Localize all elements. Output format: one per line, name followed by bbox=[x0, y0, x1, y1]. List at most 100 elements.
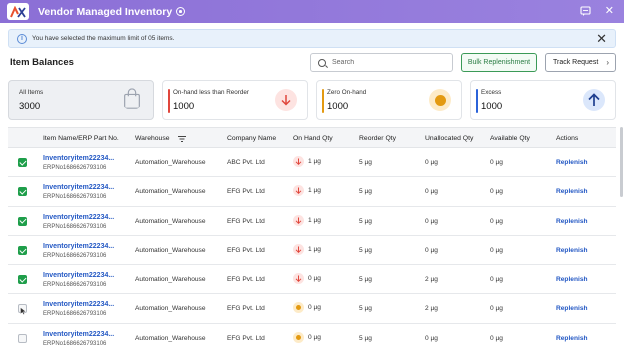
reorder-cell: 5 µg bbox=[359, 305, 372, 313]
replenish-link[interactable]: Replenish bbox=[556, 159, 588, 166]
col-onhand[interactable]: On Hand Qty bbox=[293, 135, 333, 142]
card-label: Zero On-hand bbox=[327, 89, 367, 96]
col-warehouse[interactable]: Warehouse bbox=[135, 135, 170, 142]
reorder-cell: 5 µg bbox=[359, 159, 372, 166]
filter-icon[interactable] bbox=[178, 136, 186, 142]
col-unallocated[interactable]: Unallocated Qty bbox=[425, 135, 473, 142]
card-all-items[interactable]: All Items 3000 bbox=[8, 80, 154, 120]
table-row[interactable]: Inventoryitem22234... ERPNo1686626793106 A… bbox=[8, 177, 616, 207]
replenish-link[interactable]: Replenish bbox=[556, 247, 588, 254]
table-row[interactable]: Inventoryitem22234... ERPNo1686626793106 A… bbox=[8, 148, 616, 178]
arrow-down-icon bbox=[275, 89, 297, 111]
row-checkbox[interactable] bbox=[18, 158, 27, 167]
card-zero-onhand[interactable]: Zero On-hand 1000 bbox=[316, 80, 462, 120]
card-accent-bar bbox=[168, 89, 170, 113]
company-cell: EFG Pvt. Ltd bbox=[227, 217, 265, 225]
row-checkbox[interactable] bbox=[18, 216, 27, 226]
warehouse-cell: Automation_Warehouse bbox=[135, 159, 206, 166]
onhand-value: 0 µg bbox=[308, 304, 321, 312]
table-row[interactable]: Inventoryitem22234... ERPNo1686626793106 A… bbox=[8, 324, 616, 350]
bulk-replenishment-button[interactable]: Bulk Replenishment bbox=[461, 53, 537, 72]
item-name-link[interactable]: Inventoryitem22234... bbox=[43, 301, 114, 308]
card-label: All Items bbox=[19, 89, 44, 96]
row-checkbox[interactable] bbox=[18, 187, 27, 197]
arrow-down-icon bbox=[293, 156, 304, 167]
row-checkbox[interactable] bbox=[18, 245, 27, 255]
item-balances-table: Item Name/ERP Part No. Warehouse Company… bbox=[8, 127, 616, 350]
available-cell: 0 µg bbox=[490, 159, 503, 166]
card-value: 1000 bbox=[481, 101, 503, 112]
close-banner-icon[interactable]: ✕ bbox=[596, 31, 607, 46]
company-cell: EFG Pvt. Ltd bbox=[227, 276, 265, 284]
onhand-cell: 0 µg bbox=[293, 331, 321, 343]
item-name-link[interactable]: Inventoryitem22234... bbox=[43, 155, 114, 162]
onhand-cell: 0 µg bbox=[293, 273, 321, 285]
item-name-link[interactable]: Inventoryitem22234... bbox=[43, 331, 114, 338]
close-app-icon[interactable]: ✕ bbox=[605, 5, 614, 17]
row-checkbox[interactable] bbox=[18, 275, 27, 285]
scrollbar[interactable] bbox=[620, 127, 623, 197]
card-label: On-hand less than Reorder bbox=[173, 89, 249, 96]
available-cell: 0 µg bbox=[490, 334, 503, 342]
col-reorder[interactable]: Reorder Qty bbox=[359, 135, 396, 142]
card-excess[interactable]: Excess 1000 bbox=[470, 80, 616, 120]
onhand-cell: 1 µg bbox=[293, 214, 321, 226]
replenish-link[interactable]: Replenish bbox=[556, 218, 588, 225]
title-bar: Vendor Managed Inventory ✕ bbox=[0, 0, 624, 23]
reorder-cell: 5 µg bbox=[359, 334, 372, 342]
reorder-cell: 5 µg bbox=[359, 217, 372, 225]
info-text: You have selected the maximum limit of 0… bbox=[32, 35, 175, 42]
col-item-name[interactable]: Item Name/ERP Part No. bbox=[43, 135, 119, 142]
warehouse-cell: Automation_Warehouse bbox=[135, 217, 206, 225]
erp-part-no: ERPNo1686626793106 bbox=[43, 282, 107, 289]
available-cell: 0 µg bbox=[490, 246, 503, 254]
arrow-down-icon bbox=[293, 273, 304, 285]
available-cell: 0 µg bbox=[490, 276, 503, 284]
replenish-link[interactable]: Replenish bbox=[556, 276, 588, 283]
table-header: Item Name/ERP Part No. Warehouse Company… bbox=[8, 127, 616, 148]
feedback-icon[interactable] bbox=[580, 5, 591, 17]
warehouse-cell: Automation_Warehouse bbox=[135, 334, 206, 342]
erp-part-no: ERPNo1686626793106 bbox=[43, 252, 107, 259]
item-name-link[interactable]: Inventoryitem22234... bbox=[43, 243, 114, 250]
col-company[interactable]: Company Name bbox=[227, 135, 276, 142]
item-name-link[interactable]: Inventoryitem22234... bbox=[43, 214, 114, 221]
onhand-value: 1 µg bbox=[308, 216, 321, 224]
onhand-cell: 0 µg bbox=[293, 302, 321, 314]
available-cell: 0 µg bbox=[490, 305, 503, 313]
card-label: Excess bbox=[481, 89, 502, 96]
row-checkbox[interactable] bbox=[18, 333, 27, 343]
replenish-link[interactable]: Replenish bbox=[556, 305, 588, 312]
track-request-button[interactable]: Track Request › bbox=[545, 53, 616, 72]
item-name-link[interactable]: Inventoryitem22234... bbox=[43, 184, 114, 191]
item-name-link[interactable]: Inventoryitem22234... bbox=[43, 272, 114, 279]
erp-part-no: ERPNo1686626793106 bbox=[43, 340, 107, 347]
onhand-value: 0 µg bbox=[308, 275, 321, 283]
replenish-link[interactable]: Replenish bbox=[556, 188, 588, 195]
logo-mark-icon bbox=[10, 5, 26, 18]
company-cell: EFG Pvt. Ltd bbox=[227, 305, 265, 313]
onhand-value: 1 µg bbox=[308, 187, 321, 195]
reorder-cell: 5 µg bbox=[359, 246, 372, 254]
search-input[interactable] bbox=[332, 59, 442, 66]
onhand-value: 1 µg bbox=[308, 245, 321, 253]
arrow-down-icon bbox=[293, 185, 304, 197]
table-row[interactable]: Inventoryitem22234... ERPNo1686626793106 A… bbox=[8, 294, 616, 324]
card-onhand-less-than-reorder[interactable]: On-hand less than Reorder 1000 bbox=[162, 80, 308, 120]
company-cell: EFG Pvt. Ltd bbox=[227, 246, 265, 254]
chevron-right-icon: › bbox=[606, 58, 609, 67]
table-row[interactable]: Inventoryitem22234... ERPNo1686626793106 A… bbox=[8, 236, 616, 266]
erp-part-no: ERPNo1686626793106 bbox=[43, 165, 107, 171]
unallocated-cell: 2 µg bbox=[425, 276, 438, 284]
search-box[interactable] bbox=[310, 53, 453, 72]
warehouse-cell: Automation_Warehouse bbox=[135, 305, 206, 313]
arrow-down-icon bbox=[293, 243, 304, 255]
available-cell: 0 µg bbox=[490, 217, 503, 225]
replenish-link[interactable]: Replenish bbox=[556, 335, 588, 342]
table-row[interactable]: Inventoryitem22234... ERPNo1686626793106 A… bbox=[8, 207, 616, 236]
title-info-icon[interactable] bbox=[176, 7, 186, 16]
col-available[interactable]: Available Qty bbox=[490, 135, 530, 142]
arrow-down-icon bbox=[293, 214, 304, 226]
table-row[interactable]: Inventoryitem22234... ERPNo1686626793106 A… bbox=[8, 265, 616, 295]
shopping-bag-icon bbox=[124, 88, 140, 109]
